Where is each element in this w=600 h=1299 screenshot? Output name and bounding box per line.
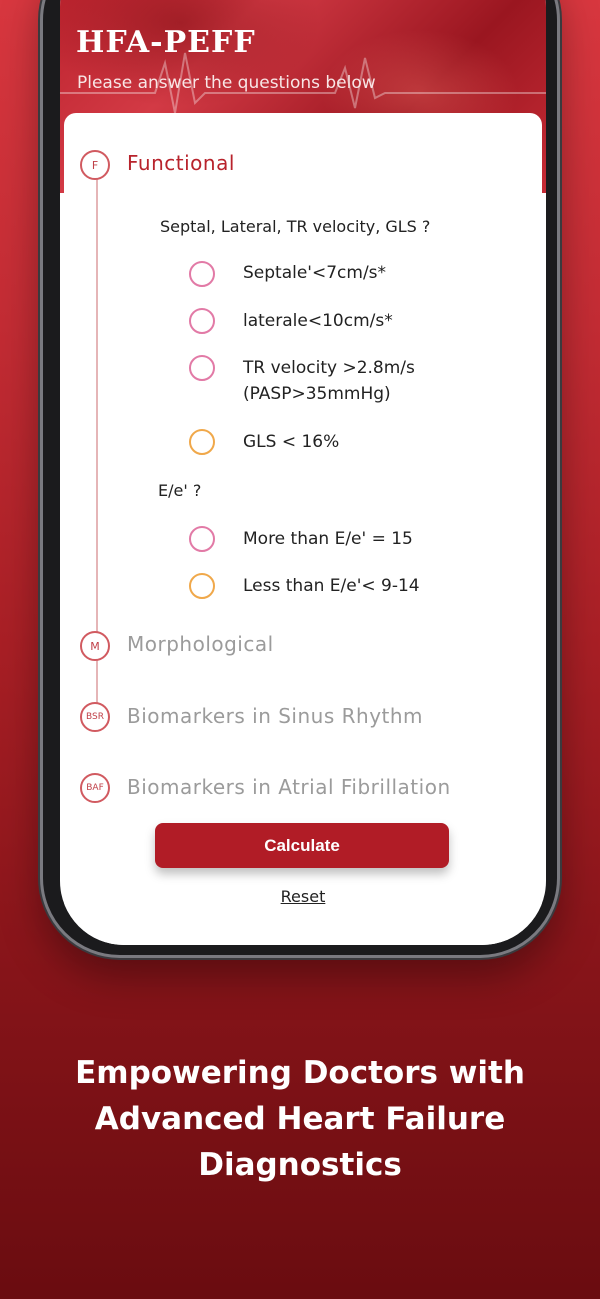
app-title: HFA-PEFF — [76, 25, 256, 60]
calculate-button[interactable]: Calculate — [155, 823, 449, 868]
phone-frame: HFA-PEFF Please answer the questions bel… — [40, 0, 560, 958]
option-label-more-than-15: More than E/e' = 15 — [243, 529, 413, 549]
radio-tr-velocity[interactable] — [189, 355, 215, 381]
radio-more-than-15[interactable] — [189, 526, 215, 552]
option-label-laterale: laterale<10cm/s* — [243, 311, 393, 331]
radio-gls[interactable] — [189, 429, 215, 455]
step-functional[interactable]: Functional — [127, 151, 235, 175]
step-biomarkers-sinus-rhythm[interactable]: Biomarkers in Sinus Rhythm — [127, 704, 423, 728]
step-biomarkers-atrial-fibrillation[interactable]: Biomarkers in Atrial Fibrillation — [127, 775, 451, 799]
radio-septale[interactable] — [189, 261, 215, 287]
promo-tagline: Empowering Doctors with Advanced Heart F… — [0, 1050, 600, 1188]
option-label-less-than-9-14: Less than E/e'< 9-14 — [243, 576, 420, 596]
tagline-line-1: Empowering Doctors with — [75, 1055, 525, 1091]
step-icon-functional[interactable]: F — [80, 150, 110, 180]
step-icon-biomarkers-sinus[interactable]: BSR — [80, 702, 110, 732]
question-septal-lateral: Septal, Lateral, TR velocity, GLS ? — [160, 217, 431, 236]
step-icon-morphological[interactable]: M — [80, 631, 110, 661]
radio-less-than-9-14[interactable] — [189, 573, 215, 599]
option-sublabel-tr-velocity: (PASP>35mmHg) — [243, 384, 391, 404]
question-e-e-ratio: E/e' ? — [158, 481, 202, 500]
step-morphological[interactable]: Morphological — [127, 632, 274, 656]
app-subtitle: Please answer the questions below — [77, 73, 376, 93]
radio-laterale[interactable] — [189, 308, 215, 334]
option-label-septale: Septale'<7cm/s* — [243, 263, 387, 283]
tagline-line-2: Advanced Heart Failure — [94, 1101, 506, 1137]
step-icon-biomarkers-af[interactable]: BAF — [80, 773, 110, 803]
reset-link[interactable]: Reset — [60, 887, 546, 906]
option-label-tr-velocity: TR velocity >2.8m/s — [243, 358, 415, 378]
tagline-line-3: Diagnostics — [198, 1147, 402, 1183]
option-label-gls: GLS < 16% — [243, 432, 340, 452]
app-screen: HFA-PEFF Please answer the questions bel… — [60, 0, 546, 945]
